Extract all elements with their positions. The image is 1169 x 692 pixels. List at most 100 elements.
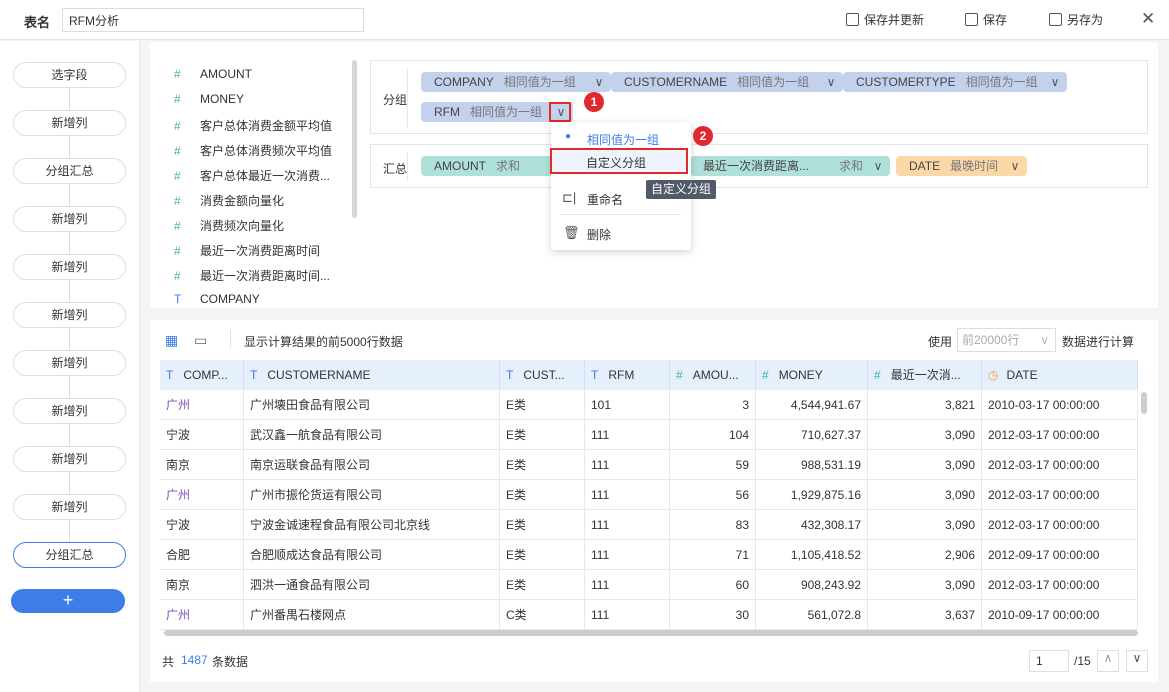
table-cell: E类 [500,390,585,420]
column-name: 最近一次消... [890,368,961,382]
chip-mode: 求和 [496,159,521,173]
column-header[interactable]: # MONEY [756,360,868,390]
panel-view-icon[interactable]: ▭ [194,332,207,349]
field-item[interactable]: # AMOUNT [174,67,252,81]
add-step-button[interactable]: + [11,589,125,613]
field-item[interactable]: # 客户总体消费金额平均值 [174,117,332,134]
use-label: 使用 [928,335,953,349]
page-input[interactable]: 1 [1029,650,1069,672]
step-7[interactable]: 新增列 [13,398,126,424]
table-name-label: 表名 [24,15,51,30]
row-limit-select[interactable]: 前20000行 ∨ [957,328,1056,352]
chip-mode: 最晚时间 [950,159,999,173]
step-6[interactable]: 新增列 [13,350,126,376]
number-type-icon: # [174,244,181,258]
number-type-icon: # [174,144,181,158]
menu-item-custom-group[interactable]: 自定义分组 [550,148,688,174]
grid-view-icon[interactable]: ▦ [165,332,178,349]
prev-page-button[interactable]: ∧ [1097,650,1119,672]
table-cell: 2010-03-17 00:00:00 [982,390,1138,420]
column-header[interactable]: # 最近一次消... [868,360,982,390]
table-cell: 111 [585,600,670,630]
field-item[interactable]: T COMPANY [174,292,260,306]
table-cell: 武汉鑫一航食品有限公司 [244,420,500,450]
field-item[interactable]: # 最近一次消费距离时间 [174,242,320,259]
preview-info: 显示计算结果的前5000行数据 [244,335,403,349]
save-update-icon [846,13,859,26]
table-cell: 3,090 [868,510,982,540]
text-type-icon: T [250,368,258,382]
rfm-dropdown-highlight[interactable] [549,102,571,122]
field-item[interactable]: # MONEY [174,92,244,106]
table-cell: 111 [585,540,670,570]
step-8[interactable]: 新增列 [13,446,126,472]
column-header[interactable]: # AMOU... [670,360,756,390]
step-4[interactable]: 新增列 [13,254,126,280]
table-cell: 南京 [160,570,244,600]
use-suffix: 数据进行计算 [1062,335,1135,349]
table-name-input[interactable] [62,8,364,32]
column-header[interactable]: T RFM [585,360,670,390]
chevron-down-icon[interactable]: ∨ [1045,72,1065,92]
save-button[interactable]: 保存 [965,11,1007,28]
column-header[interactable]: T COMP... [160,360,244,390]
table-cell: 广州市振伦货运有限公司 [244,480,500,510]
footer-suffix: 条数据 [212,655,249,669]
table-cell: 泗洪一通食品有限公司 [244,570,500,600]
group-chip-customertype[interactable]: CUSTOMERTYPE 相同值为一组 ∨ [843,72,1067,92]
menu-item-same-value[interactable]: 相同值为一组 [587,131,659,148]
chip-mode: 相同值为一组 [965,75,1038,89]
field-name: 最近一次消费距离时间 [200,244,321,258]
step-10[interactable]: 分组汇总 [13,542,126,568]
group-chip-company[interactable]: COMPANY 相同值为一组 ∨ [421,72,611,92]
column-header[interactable]: T CUSTOMERNAME [244,360,500,390]
field-item[interactable]: # 消费频次向量化 [174,217,284,234]
table-cell: 2012-09-17 00:00:00 [982,540,1138,570]
column-name: MONEY [778,368,823,382]
number-type-icon: # [676,368,683,382]
step-3[interactable]: 新增列 [13,206,126,232]
connector-line [69,136,70,158]
group-chip-customername[interactable]: CUSTOMERNAME 相同值为一组 ∨ [611,72,843,92]
menu-item-delete[interactable]: 删除 [587,226,611,243]
table-vscrollbar[interactable] [1141,392,1147,414]
number-type-icon: # [174,194,181,208]
text-type-icon: T [506,368,514,382]
table-cell: 561,072.8 [756,600,868,630]
column-header[interactable]: T CUST... [500,360,585,390]
field-list-scrollbar[interactable] [352,60,357,218]
field-item[interactable]: # 最近一次消费距离时间... [174,267,330,284]
top-bar: 表名 保存并更新 保存 另存为 ✕ [0,0,1169,40]
step-5[interactable]: 新增列 [13,302,126,328]
summary-chip[interactable]: 最近一次消费距离... 求和 ∨ [690,156,890,176]
chip-name: CUSTOMERTYPE [856,75,956,89]
close-icon[interactable]: ✕ [1141,9,1155,29]
step-0[interactable]: 选字段 [13,62,126,88]
field-item[interactable]: # 客户总体最近一次消费... [174,167,330,184]
chevron-down-icon[interactable]: ∨ [868,156,888,176]
save-and-update-button[interactable]: 保存并更新 [846,11,924,28]
step-2[interactable]: 分组汇总 [13,158,126,184]
field-name: COMPANY [200,292,260,306]
table-cell: 2012-03-17 00:00:00 [982,570,1138,600]
connector-line [69,520,70,542]
table-hscrollbar[interactable] [164,630,1138,636]
divider [561,214,681,215]
chevron-down-icon[interactable]: ∨ [821,72,841,92]
table-cell: 宁波金诚速程食品有限公司北京线 [244,510,500,540]
chip-mode: 相同值为一组 [737,75,810,89]
next-page-button[interactable]: ∨ [1126,650,1148,672]
chevron-down-icon[interactable]: ∨ [589,72,609,92]
field-item[interactable]: # 消费金额向量化 [174,192,284,209]
chip-name: CUSTOMERNAME [624,75,728,89]
step-1[interactable]: 新增列 [13,110,126,136]
column-header[interactable]: ◷ DATE [982,360,1138,390]
field-item[interactable]: # 客户总体消费频次平均值 [174,142,332,159]
save-as-button[interactable]: 另存为 [1049,11,1103,28]
row-limit-value: 前20000行 [962,333,1020,347]
summary-chip[interactable]: DATE 最晚时间 ∨ [896,156,1027,176]
menu-item-rename[interactable]: 重命名 [587,191,623,208]
chevron-down-icon[interactable]: ∨ [1005,156,1025,176]
step-9[interactable]: 新增列 [13,494,126,520]
chip-mode: 相同值为一组 [470,105,543,119]
